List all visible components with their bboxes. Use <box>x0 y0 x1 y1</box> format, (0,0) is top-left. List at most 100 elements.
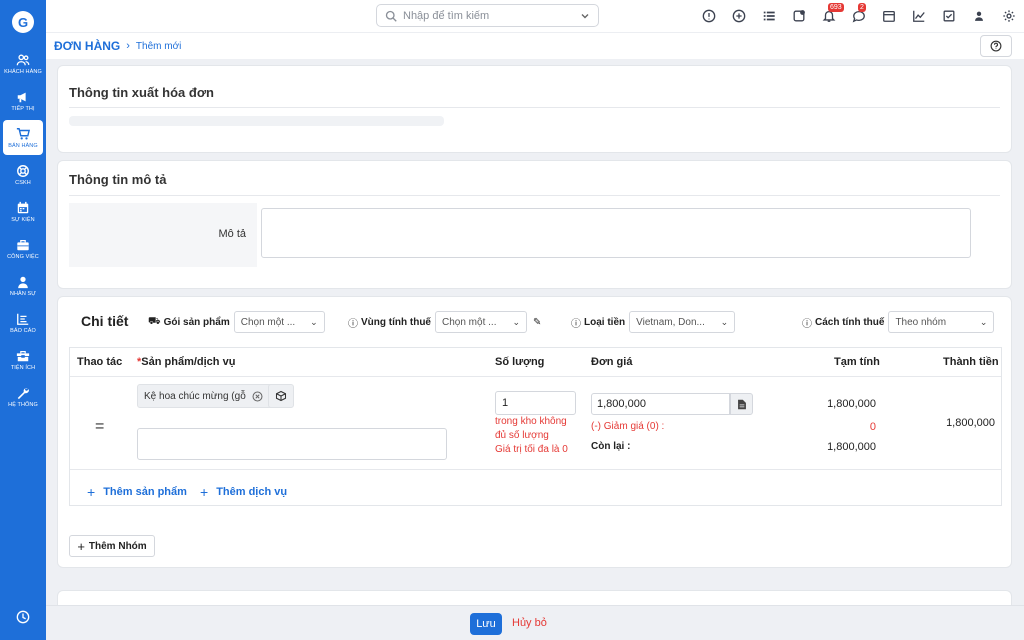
total-value: 1,800,000 <box>946 417 995 429</box>
messages-button[interactable]: 2 <box>844 0 874 32</box>
tax-zone-label: Vùng tính thuế <box>361 316 431 328</box>
sidebar-item-reports[interactable]: BÁO CÁO <box>3 305 43 340</box>
tax-zone-select[interactable]: Chọn một ... ⌄ <box>435 311 527 333</box>
sidebar-item-tasks[interactable]: CÔNG VIỆC <box>3 231 43 266</box>
notifications-button[interactable]: 693 <box>814 0 844 32</box>
info-icon: ⓘ <box>802 318 812 330</box>
column-unit-price: Đơn giá <box>591 356 633 368</box>
info-icon <box>702 9 716 23</box>
discount-label[interactable]: (-) Giảm giá (0) : <box>591 421 664 432</box>
person-icon <box>18 276 28 288</box>
package-select[interactable]: Chọn một ... ⌄ <box>233 311 325 333</box>
sidebar-item-label: TIẾP THỊ <box>11 105 35 112</box>
currency-select-value: Vietnam, Don... <box>636 316 705 328</box>
price-list-button[interactable] <box>730 393 753 415</box>
profile-button[interactable] <box>964 0 994 32</box>
plus-icon: + <box>200 484 209 500</box>
tax-method-label: Cách tính thuế <box>815 316 885 328</box>
remaining-value: 1,800,000 <box>827 441 876 453</box>
wrench-icon <box>17 387 29 399</box>
cart-icon <box>16 127 30 140</box>
help-button[interactable] <box>980 35 1012 57</box>
chevron-down-icon: ⌄ <box>310 316 318 327</box>
drag-handle[interactable]: = <box>95 418 104 436</box>
document-icon <box>737 399 746 409</box>
sidebar-item-label: NHÂN SỰ <box>9 290 37 297</box>
product-note-textarea[interactable] <box>137 428 447 460</box>
cancel-button[interactable]: Hủy bỏ <box>512 617 547 629</box>
apps-button[interactable] <box>784 0 814 32</box>
tasks-button[interactable] <box>934 0 964 32</box>
sidebar-item-hr[interactable]: NHÂN SỰ <box>3 268 43 303</box>
currency-select[interactable]: Vietnam, Don... ⌄ <box>629 311 736 333</box>
breadcrumb-orders[interactable]: ĐƠN HÀNG <box>54 39 120 53</box>
quantity-input[interactable]: 1 <box>495 391 576 415</box>
sidebar-item-utilities[interactable]: TIỆN ÍCH <box>3 342 43 377</box>
add-service-link[interactable]: + Thêm dịch vụ <box>200 484 287 500</box>
notification-badge: 693 <box>828 3 844 12</box>
analytics-button[interactable] <box>904 0 934 32</box>
detail-title: Chi tiết <box>81 313 129 329</box>
close-circle-icon <box>252 391 262 401</box>
save-button[interactable]: Lưu <box>470 613 502 635</box>
remove-product-button[interactable] <box>246 384 268 408</box>
invoice-info-title: Thông tin xuất hóa đơn <box>69 85 214 100</box>
package-icon: ⛟ <box>148 315 161 327</box>
plus-circle-icon <box>732 9 746 23</box>
plus-icon: + <box>87 484 96 500</box>
product-picker-button[interactable] <box>268 384 294 408</box>
sidebar-item-system[interactable]: HỆ THỐNG <box>3 379 43 414</box>
divider <box>69 195 1000 196</box>
unit-price-input[interactable]: 1,800,000 <box>591 393 730 415</box>
sidebar-item-label: CSKH <box>15 179 31 186</box>
list-icon <box>763 11 775 21</box>
add-group-button[interactable]: + Thêm Nhóm <box>69 535 155 557</box>
subtotal-value: 1,800,000 <box>827 398 876 410</box>
loading-placeholder <box>69 116 444 126</box>
history-button[interactable] <box>0 610 46 624</box>
users-icon <box>16 54 30 65</box>
add-button[interactable] <box>724 0 754 32</box>
edit-pencil-icon[interactable]: ✎ <box>533 317 541 328</box>
tax-method-filter: ⓘ Cách tính thuế Theo nhóm ⌄ <box>802 311 995 333</box>
column-quantity: Số lượng <box>495 356 545 368</box>
chart-line-icon <box>913 10 925 22</box>
description-textarea[interactable] <box>261 208 971 258</box>
calendar-outline-icon <box>883 10 895 22</box>
settings-button[interactable] <box>994 0 1024 32</box>
detail-card: Chi tiết ⛟ Gói sản phẩm Chọn một ... ⌄ ⓘ… <box>57 296 1012 568</box>
sidebar-item-label: KHÁCH HÀNG <box>4 68 42 75</box>
sidebar-item-support[interactable]: CSKH <box>3 157 43 192</box>
app-logo[interactable]: G <box>0 0 46 44</box>
search-input[interactable]: Nhập để tìm kiếm <box>403 10 580 22</box>
list-button[interactable] <box>754 0 784 32</box>
sidebar-item-events[interactable]: SỰ KIỆN <box>3 194 43 229</box>
header-actions: 693 2 <box>694 0 1024 32</box>
sidebar-item-marketing[interactable]: TIẾP THỊ <box>3 83 43 118</box>
global-search[interactable]: Nhập để tìm kiếm <box>376 4 599 27</box>
sidebar-item-label: BÁO CÁO <box>10 327 36 334</box>
column-total: Thành tiền <box>943 356 999 368</box>
add-product-link[interactable]: + Thêm sản phẩm <box>87 484 187 500</box>
user-icon <box>975 11 983 21</box>
description-card: Thông tin mô tả Mô tả <box>57 160 1012 289</box>
tax-zone-select-value: Chọn một ... <box>442 316 497 328</box>
logo-mark: G <box>12 11 34 33</box>
tax-method-select[interactable]: Theo nhóm ⌄ <box>888 311 995 333</box>
invoice-info-card: Thông tin xuất hóa đơn <box>57 65 1012 153</box>
remaining-label: Còn lại : <box>591 441 631 452</box>
tax-method-select-value: Theo nhóm <box>895 316 947 328</box>
discount-value: 0 <box>869 421 876 433</box>
box-icon <box>275 390 287 402</box>
sidebar-item-sales[interactable]: BÁN HÀNG <box>3 120 43 155</box>
sidebar-item-customers[interactable]: KHÁCH HÀNG <box>3 46 43 81</box>
note-icon <box>793 10 805 22</box>
package-select-value: Chọn một ... <box>240 316 296 328</box>
sidebar-item-label: CÔNG VIỆC <box>7 253 39 260</box>
info-button[interactable] <box>694 0 724 32</box>
column-subtotal: Tạm tính <box>834 356 880 368</box>
chevron-down-icon: ⌄ <box>512 316 520 327</box>
column-product: *Sản phẩm/dịch vụ <box>137 356 236 368</box>
calendar-button[interactable] <box>874 0 904 32</box>
add-product-label: Thêm sản phẩm <box>103 486 187 498</box>
